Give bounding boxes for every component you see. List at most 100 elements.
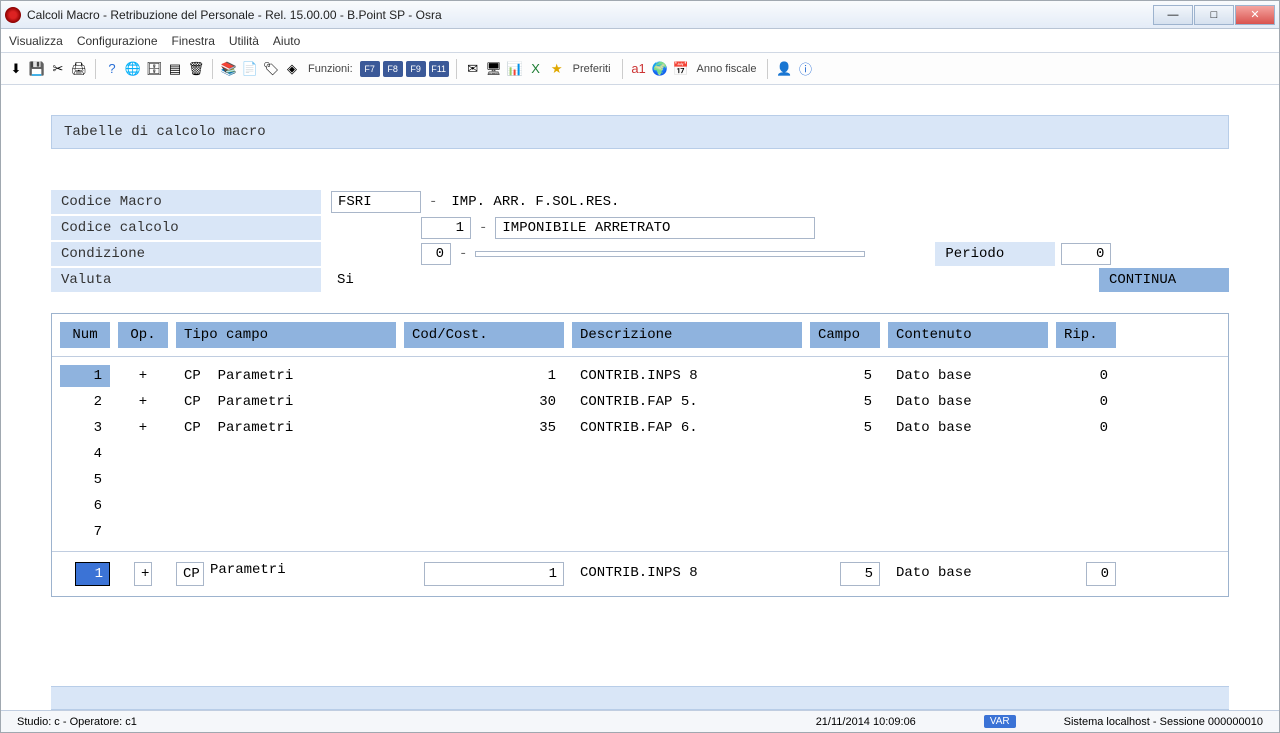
save-icon[interactable]: 💾 xyxy=(28,60,46,78)
calendar-icon[interactable]: 📅 xyxy=(672,60,690,78)
separator xyxy=(622,59,623,79)
window-title: Calcoli Macro - Retribuzione del Persona… xyxy=(27,8,1153,22)
cell-desc xyxy=(572,443,802,465)
separator xyxy=(95,59,96,79)
maximize-button[interactable]: □ xyxy=(1194,5,1234,25)
preferiti-label[interactable]: Preferiti xyxy=(573,63,611,75)
cell-num: 4 xyxy=(60,443,110,465)
th-num: Num xyxy=(60,322,110,348)
close-button[interactable]: ✕ xyxy=(1235,5,1275,25)
condizione-input[interactable]: 0 xyxy=(421,243,451,265)
export-icon[interactable]: ⬇ xyxy=(7,60,25,78)
menu-utilita[interactable]: Utilità xyxy=(229,34,259,48)
cell-cont xyxy=(888,469,1048,491)
codice-calcolo-input[interactable]: 1 xyxy=(421,217,471,239)
cell-desc xyxy=(572,521,802,543)
table-row[interactable]: 2+CP Parametri30CONTRIB.FAP 5.5Dato base… xyxy=(52,389,1228,415)
menu-aiuto[interactable]: Aiuto xyxy=(273,34,300,48)
globe-icon[interactable]: 🌐 xyxy=(124,60,142,78)
info-icon[interactable]: ⓘ xyxy=(796,60,814,78)
edit-cont: Dato base xyxy=(888,562,1048,586)
periodo-input[interactable]: 0 xyxy=(1061,243,1111,265)
edit-op-input[interactable]: + xyxy=(134,562,152,586)
cell-tipo xyxy=(176,495,396,517)
cell-cont xyxy=(888,443,1048,465)
edit-rip-input[interactable]: 0 xyxy=(1086,562,1116,586)
cell-num: 1 xyxy=(60,365,110,387)
cell-op xyxy=(118,469,168,491)
f8-key[interactable]: F8 xyxy=(383,61,403,77)
chart-icon[interactable]: 📊 xyxy=(506,60,524,78)
th-op: Op. xyxy=(118,322,168,348)
tag-icon[interactable]: 🏷 xyxy=(262,60,280,78)
edit-num-input[interactable]: 1 xyxy=(75,562,110,586)
edit-cod-input[interactable]: 1 xyxy=(424,562,564,586)
cell-desc: CONTRIB.INPS 8 xyxy=(572,365,802,387)
cell-rip: 0 xyxy=(1056,391,1116,413)
codice-macro-input[interactable]: FSRI xyxy=(331,191,421,213)
anno-fiscale-label[interactable]: Anno fiscale xyxy=(697,63,757,75)
cell-desc: CONTRIB.FAP 6. xyxy=(572,417,802,439)
continua-button[interactable]: CONTINUA xyxy=(1099,268,1229,292)
status-bottom: Studio: c - Operatore: c1 21/11/2014 10:… xyxy=(1,710,1279,732)
menubar: Visualizza Configurazione Finestra Utili… xyxy=(1,29,1279,53)
codice-calcolo-desc-input[interactable]: IMPONIBILE ARRETRATO xyxy=(495,217,815,239)
cell-cont xyxy=(888,521,1048,543)
cell-tipo: CP Parametri xyxy=(176,391,396,413)
edit-tipo-code-input[interactable]: CP xyxy=(176,562,204,586)
excel-icon[interactable]: X xyxy=(527,60,545,78)
status-strip xyxy=(51,686,1229,710)
f7-key[interactable]: F7 xyxy=(360,61,380,77)
cell-tipo: CP Parametri xyxy=(176,417,396,439)
menu-visualizza[interactable]: Visualizza xyxy=(9,34,63,48)
table-row[interactable]: 7 xyxy=(52,519,1228,545)
world-icon[interactable]: 🌍 xyxy=(651,60,669,78)
mail-icon[interactable]: ✉ xyxy=(464,60,482,78)
app-icon xyxy=(5,7,21,23)
doc-icon[interactable]: 📄 xyxy=(241,60,259,78)
module-icon[interactable]: ◈ xyxy=(283,60,301,78)
minimize-button[interactable]: — xyxy=(1153,5,1193,25)
f9-key[interactable]: F9 xyxy=(406,61,426,77)
table-row[interactable]: 4 xyxy=(52,441,1228,467)
table-row[interactable]: 1+CP Parametri1CONTRIB.INPS 85Dato base0 xyxy=(52,363,1228,389)
table-row[interactable]: 3+CP Parametri35CONTRIB.FAP 6.5Dato base… xyxy=(52,415,1228,441)
db-icon[interactable]: 🗄 xyxy=(145,60,163,78)
cell-cod xyxy=(404,443,564,465)
user-icon[interactable]: 👤 xyxy=(775,60,793,78)
cell-cont: Dato base xyxy=(888,391,1048,413)
var-badge: VAR xyxy=(984,715,1016,728)
condizione-desc-input[interactable] xyxy=(475,251,865,257)
font-icon[interactable]: a1 xyxy=(630,60,648,78)
titlebar: Calcoli Macro - Retribuzione del Persona… xyxy=(1,1,1279,29)
cell-cod: 1 xyxy=(404,365,564,387)
list-icon[interactable]: ▤ xyxy=(166,60,184,78)
menu-configurazione[interactable]: Configurazione xyxy=(77,34,158,48)
table-row[interactable]: 6 xyxy=(52,493,1228,519)
menu-finestra[interactable]: Finestra xyxy=(172,34,215,48)
cell-op: + xyxy=(118,365,168,387)
edit-tipo-text: Parametri xyxy=(210,562,286,586)
th-campo: Campo xyxy=(810,322,880,348)
cell-cod: 30 xyxy=(404,391,564,413)
print-icon[interactable]: 🖨 xyxy=(70,60,88,78)
content-area: Tabelle di calcolo macro Codice Macro FS… xyxy=(1,85,1279,686)
condizione-label: Condizione xyxy=(51,242,321,266)
table-row[interactable]: 5 xyxy=(52,467,1228,493)
codice-macro-label: Codice Macro xyxy=(51,190,321,214)
cell-op xyxy=(118,443,168,465)
separator xyxy=(456,59,457,79)
f11-key[interactable]: F11 xyxy=(429,61,449,77)
cell-campo xyxy=(810,443,880,465)
cell-num: 7 xyxy=(60,521,110,543)
trash-icon[interactable]: 🗑 xyxy=(187,60,205,78)
help-icon[interactable]: ? xyxy=(103,60,121,78)
edit-campo-input[interactable]: 5 xyxy=(840,562,880,586)
star-icon[interactable]: ★ xyxy=(548,60,566,78)
table-body: 1 + CP Parametri 1 CONTRIB.INPS 8 5 Dato base 0… xyxy=(52,357,1228,551)
stack-icon[interactable]: 📚 xyxy=(220,60,238,78)
edit-desc: CONTRIB.INPS 8 xyxy=(572,562,802,586)
cut-icon[interactable]: ✂ xyxy=(49,60,67,78)
monitor-icon[interactable]: 🖥 xyxy=(485,60,503,78)
cell-tipo xyxy=(176,469,396,491)
